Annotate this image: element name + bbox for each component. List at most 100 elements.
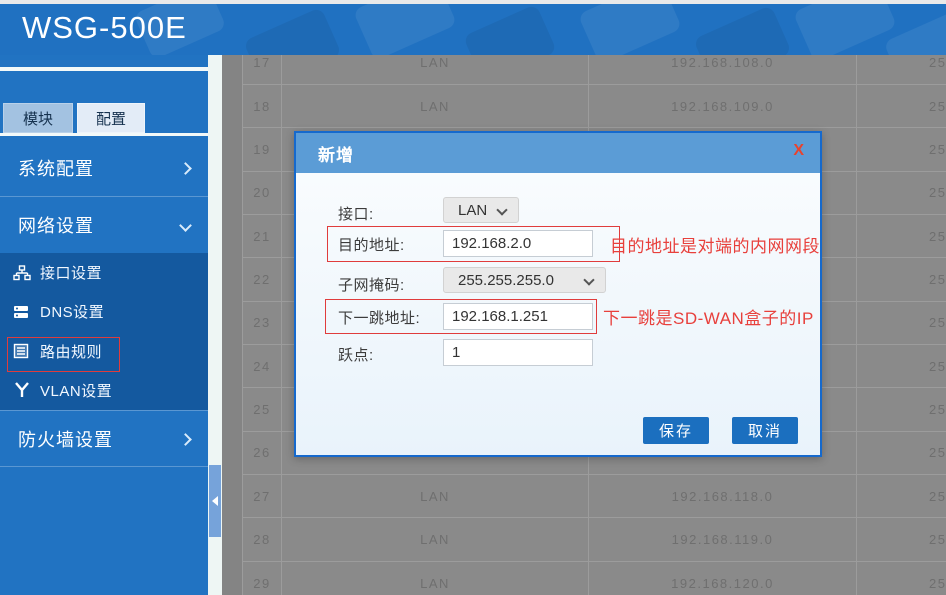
table-cell: 28 bbox=[243, 518, 282, 560]
table-cell: LAN bbox=[282, 562, 589, 595]
table-cell: 18 bbox=[243, 85, 282, 127]
table-cell: 255.255.255.0 bbox=[857, 85, 946, 127]
table-cell: 25 bbox=[243, 388, 282, 430]
table-cell: LAN bbox=[282, 55, 589, 84]
chevron-down-icon bbox=[583, 274, 594, 285]
page-title: WSG-500E bbox=[22, 10, 187, 46]
table-row: 29LAN192.168.120.0255.255.255.0 bbox=[243, 562, 946, 595]
table-cell: 255.255.255.0 bbox=[857, 475, 946, 517]
add-route-dialog: 新增 X 接口: LAN 目的地址: 目的地址是对端的内网网段 子网掩码: 25… bbox=[294, 131, 822, 457]
destination-annotation: 目的地址是对端的内网网段 bbox=[610, 232, 820, 257]
table-cell: 192.168.120.0 bbox=[589, 562, 857, 595]
sidebar-item-vlan-settings[interactable]: VLAN设置 bbox=[0, 371, 208, 410]
table-cell: 23 bbox=[243, 302, 282, 344]
table-cell: 19 bbox=[243, 128, 282, 170]
server-icon bbox=[13, 304, 31, 320]
table-cell: 255.255.255.0 bbox=[857, 562, 946, 595]
sidebar-item-label: 接口设置 bbox=[40, 262, 102, 283]
table-cell: 255.255.255.0 bbox=[857, 345, 946, 387]
destination-label: 目的地址: bbox=[338, 234, 405, 255]
netmask-label: 子网掩码: bbox=[338, 274, 405, 295]
table-cell: 255.255.255.0 bbox=[857, 172, 946, 214]
chevron-down-icon bbox=[179, 219, 192, 232]
table-cell: 29 bbox=[243, 562, 282, 595]
sidebar-item-firewall-settings[interactable]: 防火墙设置 bbox=[0, 411, 208, 467]
interface-select-value: LAN bbox=[458, 202, 487, 219]
metric-label: 跃点: bbox=[338, 344, 374, 365]
chevron-right-icon bbox=[179, 433, 192, 446]
tab-module[interactable]: 模块 bbox=[3, 103, 73, 133]
table-cell: 24 bbox=[243, 345, 282, 387]
sidebar-divider bbox=[0, 67, 208, 71]
table-cell: 192.168.109.0 bbox=[589, 85, 857, 127]
dialog-title: 新增 bbox=[318, 141, 354, 166]
sidebar-item-label: VLAN设置 bbox=[40, 380, 112, 401]
table-cell: LAN bbox=[282, 518, 589, 560]
dialog-titlebar: 新增 bbox=[296, 133, 820, 173]
keyboard-pattern bbox=[463, 4, 557, 55]
tab-config[interactable]: 配置 bbox=[77, 103, 145, 133]
sidebar-item-dns-settings[interactable]: DNS设置 bbox=[0, 292, 208, 331]
sidebar-item-label: 路由规则 bbox=[40, 341, 102, 362]
table-cell: 255.255.255.0 bbox=[857, 432, 946, 474]
table-cell: 255.255.255.0 bbox=[857, 55, 946, 84]
app-window: WSG-500E 模块 配置 系统配置 网络设置 接口设置 bbox=[0, 0, 946, 595]
table-cell: 17 bbox=[243, 55, 282, 84]
table-cell: 192.168.108.0 bbox=[589, 55, 857, 84]
sidebar-item-network-settings[interactable]: 网络设置 bbox=[0, 197, 208, 253]
table-row: 17LAN192.168.108.0255.255.255.0 bbox=[243, 55, 946, 85]
metric-input[interactable] bbox=[443, 339, 593, 366]
topology-icon bbox=[13, 265, 31, 281]
menu-divider bbox=[0, 466, 208, 467]
nexthop-annotation: 下一跳是SD-WAN盒子的IP bbox=[603, 304, 814, 329]
sidebar-item-routing-rules[interactable]: 路由规则 bbox=[0, 332, 208, 371]
table-cell: 255.255.255.0 bbox=[857, 302, 946, 344]
table-cell: 255.255.255.0 bbox=[857, 518, 946, 560]
table-cell: 22 bbox=[243, 258, 282, 300]
keyboard-pattern bbox=[243, 7, 342, 55]
table-cell: LAN bbox=[282, 475, 589, 517]
keyboard-pattern bbox=[693, 5, 792, 55]
table-cell: 26 bbox=[243, 432, 282, 474]
sidebar-item-system-config[interactable]: 系统配置 bbox=[0, 140, 208, 196]
save-button[interactable]: 保存 bbox=[643, 417, 709, 444]
sidebar: 模块 配置 系统配置 网络设置 接口设置 DNS设置 bbox=[0, 55, 208, 595]
collapse-arrow-icon bbox=[212, 496, 218, 506]
table-cell: 192.168.119.0 bbox=[589, 518, 857, 560]
nexthop-input[interactable] bbox=[443, 303, 593, 330]
table-cell: 255.255.255.0 bbox=[857, 388, 946, 430]
table-cell: 27 bbox=[243, 475, 282, 517]
sidebar-item-label: 网络设置 bbox=[18, 212, 94, 238]
interface-label: 接口: bbox=[338, 203, 374, 224]
list-icon bbox=[13, 343, 31, 359]
table-cell: 255.255.255.0 bbox=[857, 258, 946, 300]
cancel-button[interactable]: 取消 bbox=[732, 417, 798, 444]
netmask-select[interactable]: 255.255.255.0 bbox=[443, 267, 606, 293]
chevron-down-icon bbox=[496, 204, 507, 215]
table-row: 28LAN192.168.119.0255.255.255.0 bbox=[243, 518, 946, 561]
tabbar-underline bbox=[0, 133, 208, 136]
table-cell: 255.255.255.0 bbox=[857, 215, 946, 257]
sidebar-item-label: 系统配置 bbox=[18, 155, 94, 181]
destination-input[interactable] bbox=[443, 230, 593, 257]
sidebar-item-interface-settings[interactable]: 接口设置 bbox=[0, 253, 208, 292]
content-gutter bbox=[222, 55, 242, 595]
keyboard-pattern bbox=[793, 4, 898, 55]
sidebar-item-label: 防火墙设置 bbox=[18, 426, 113, 452]
table-cell: 20 bbox=[243, 172, 282, 214]
close-icon[interactable]: X bbox=[793, 143, 804, 159]
network-submenu: 接口设置 DNS设置 路由规则 VLAN设置 bbox=[0, 253, 208, 410]
table-cell: LAN bbox=[282, 85, 589, 127]
keyboard-pattern bbox=[578, 4, 683, 55]
sidebar-item-label: DNS设置 bbox=[40, 301, 104, 322]
table-row: 27LAN192.168.118.0255.255.255.0 bbox=[243, 475, 946, 518]
app-header: WSG-500E bbox=[0, 4, 946, 55]
keyboard-pattern bbox=[353, 4, 458, 55]
interface-select[interactable]: LAN bbox=[443, 197, 519, 223]
table-cell: 255.255.255.0 bbox=[857, 128, 946, 170]
netmask-select-value: 255.255.255.0 bbox=[458, 272, 554, 289]
table-row: 18LAN192.168.109.0255.255.255.0 bbox=[243, 85, 946, 128]
table-cell: 21 bbox=[243, 215, 282, 257]
sidebar-collapse-handle[interactable] bbox=[209, 465, 221, 537]
chevron-right-icon bbox=[179, 162, 192, 175]
